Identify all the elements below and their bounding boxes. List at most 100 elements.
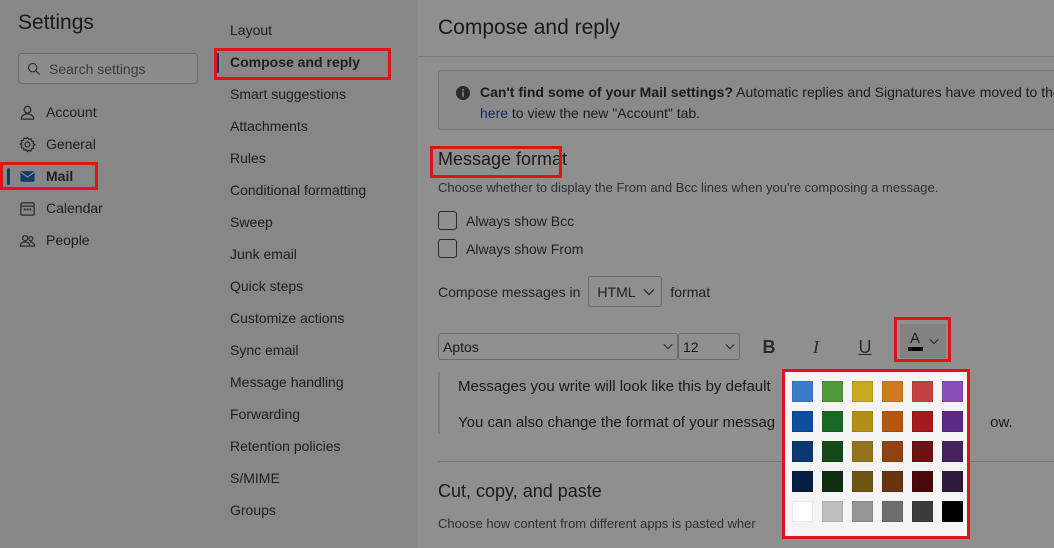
color-swatch[interactable] (942, 501, 963, 522)
color-swatch[interactable] (912, 441, 933, 462)
subnav-item-smart-suggestions[interactable]: Smart suggestions (230, 84, 346, 104)
subnav-item-sweep[interactable]: Sweep (230, 212, 273, 232)
color-swatch[interactable] (882, 441, 903, 462)
subnav-item-rules[interactable]: Rules (230, 148, 266, 168)
settings-nav-pane: Settings Account General Mail Calendar P… (0, 0, 212, 548)
nav-item-people[interactable]: People (18, 228, 90, 252)
font-color-icon: A (907, 329, 923, 351)
always-show-bcc-checkbox[interactable] (438, 211, 457, 230)
color-swatch[interactable] (912, 471, 933, 492)
compose-format-row: Compose messages in HTML format (438, 276, 710, 307)
subnav-item-compose-and-reply[interactable]: Compose and reply (230, 52, 360, 72)
font-family-dropdown[interactable]: Aptos (438, 333, 678, 360)
subnav-item-conditional-formatting[interactable]: Conditional formatting (230, 180, 366, 200)
color-swatch[interactable] (852, 411, 873, 432)
color-swatch[interactable] (852, 441, 873, 462)
color-swatch[interactable] (852, 381, 873, 402)
subnav-item-sync-email[interactable]: Sync email (230, 340, 298, 360)
chevron-down-icon (643, 288, 655, 295)
always-show-bcc-option[interactable]: Always show Bcc (438, 211, 574, 230)
people-icon (18, 231, 36, 249)
color-swatch[interactable] (822, 471, 843, 492)
subnav-item-quick-steps[interactable]: Quick steps (230, 276, 303, 296)
subnav-item-groups[interactable]: Groups (230, 500, 276, 520)
nav-item-calendar[interactable]: Calendar (18, 196, 103, 220)
subnav-item-message-handling[interactable]: Message handling (230, 372, 344, 392)
preview-line-2-text: You can also change the format of your m… (458, 414, 776, 431)
nav-label-people: People (46, 232, 90, 248)
person-icon (18, 103, 36, 121)
font-color-button[interactable]: A (900, 324, 946, 358)
message-format-heading: Message format (438, 149, 568, 169)
color-swatch[interactable] (852, 501, 873, 522)
color-swatch[interactable] (822, 411, 843, 432)
nav-item-account[interactable]: Account (18, 100, 97, 124)
search-input[interactable] (49, 60, 189, 77)
cut-copy-paste-description: Choose how content from different apps i… (438, 516, 756, 531)
underline-button[interactable]: U (851, 333, 879, 361)
subnav-item-junk-email[interactable]: Junk email (230, 244, 297, 264)
font-size-dropdown[interactable]: 12 (678, 333, 740, 360)
compose-format-dropdown[interactable]: HTML (588, 276, 663, 307)
color-swatch[interactable] (912, 381, 933, 402)
subnav-item-retention-policies[interactable]: Retention policies (230, 436, 341, 456)
color-swatch[interactable] (792, 381, 813, 402)
calendar-icon (18, 199, 36, 217)
color-swatch[interactable] (882, 381, 903, 402)
nav-item-general[interactable]: General (18, 132, 96, 156)
nav-label-general: General (46, 136, 96, 152)
preview-line-2-tail: ow. (990, 414, 1013, 431)
swatch-grid (792, 381, 967, 522)
subnav-item-attachments[interactable]: Attachments (230, 116, 308, 136)
compose-format-suffix: format (670, 283, 711, 300)
color-swatch[interactable] (882, 471, 903, 492)
subnav-item-forwarding[interactable]: Forwarding (230, 404, 300, 424)
active-indicator (7, 168, 10, 185)
color-swatch[interactable] (792, 441, 813, 462)
gear-icon (18, 135, 36, 153)
color-swatch[interactable] (792, 411, 813, 432)
color-swatch[interactable] (792, 501, 813, 522)
color-swatch[interactable] (822, 441, 843, 462)
color-swatch[interactable] (942, 471, 963, 492)
info-icon (456, 86, 470, 100)
mail-icon (18, 167, 36, 185)
color-swatch[interactable] (942, 411, 963, 432)
subnav-item-smime[interactable]: S/MIME (230, 468, 280, 488)
color-swatch[interactable] (882, 501, 903, 522)
color-swatch[interactable] (942, 381, 963, 402)
subnav-item-layout[interactable]: Layout (230, 20, 272, 40)
color-swatch[interactable] (792, 471, 813, 492)
font-color-palette (782, 369, 970, 539)
subnav-item-customize-actions[interactable]: Customize actions (230, 308, 344, 328)
color-swatch[interactable] (822, 501, 843, 522)
search-box[interactable] (18, 53, 198, 84)
bold-button[interactable]: B (755, 333, 783, 361)
subnav-active-indicator (216, 53, 219, 73)
color-swatch[interactable] (852, 471, 873, 492)
preview-line-1: Messages you write will look like this b… (458, 378, 771, 395)
color-swatch[interactable] (942, 441, 963, 462)
italic-button[interactable]: I (802, 333, 830, 361)
here-link[interactable]: here (480, 105, 508, 121)
color-swatch[interactable] (912, 411, 933, 432)
font-size-value: 12 (683, 338, 699, 355)
info-bold-text: Can't find some of your Mail settings? (480, 84, 734, 100)
divider (418, 56, 1054, 57)
always-show-from-checkbox[interactable] (438, 239, 457, 258)
color-swatch[interactable] (822, 381, 843, 402)
search-icon (27, 62, 41, 75)
color-swatch[interactable] (912, 501, 933, 522)
nav-item-mail[interactable]: Mail (18, 164, 73, 188)
chevron-down-icon (928, 338, 939, 344)
always-show-from-option[interactable]: Always show From (438, 239, 583, 258)
compose-format-prefix: Compose messages in (438, 283, 581, 300)
info-line-1: Can't find some of your Mail settings? A… (480, 84, 1054, 100)
message-format-description: Choose whether to display the From and B… (438, 180, 939, 195)
chevron-down-icon (725, 344, 735, 350)
font-color-letter: A (909, 329, 920, 347)
chevron-down-icon (663, 344, 673, 350)
color-swatch[interactable] (882, 411, 903, 432)
nav-label-account: Account (46, 104, 97, 120)
info-text-2: to view the new "Account" tab. (511, 105, 701, 121)
